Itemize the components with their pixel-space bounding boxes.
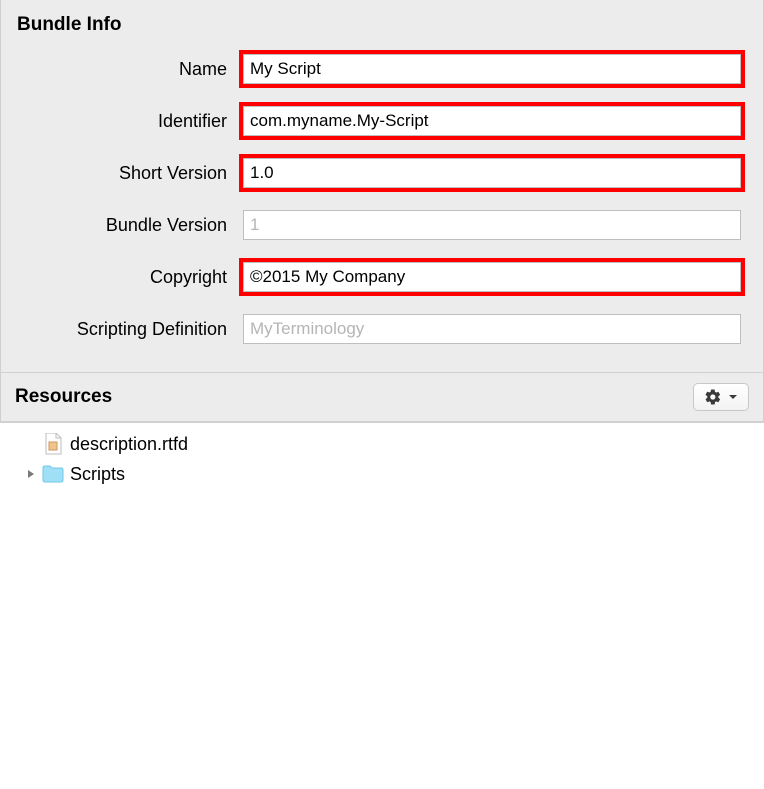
resources-actions-button[interactable]: [693, 383, 749, 411]
field-wrap-name: [239, 50, 745, 88]
bundle-info-panel: Bundle Info Name Identifier Short Versio…: [0, 0, 764, 423]
label-short-version: Short Version: [19, 163, 239, 184]
row-bundle-version: Bundle Version: [19, 206, 745, 244]
field-wrap-bundle-version: [239, 206, 745, 244]
file-name: description.rtfd: [66, 434, 188, 455]
chevron-down-icon: [728, 392, 738, 402]
row-identifier: Identifier: [19, 102, 745, 140]
short-version-input[interactable]: [243, 158, 741, 188]
list-item[interactable]: Scripts: [0, 459, 764, 489]
list-item[interactable]: description.rtfd: [0, 429, 764, 459]
resources-heading: Resources: [15, 386, 112, 408]
field-wrap-short-version: [239, 154, 745, 192]
label-identifier: Identifier: [19, 111, 239, 132]
copyright-input[interactable]: [243, 262, 741, 292]
label-name: Name: [19, 59, 239, 80]
row-short-version: Short Version: [19, 154, 745, 192]
field-wrap-identifier: [239, 102, 745, 140]
bundle-info-form: Name Identifier Short Version Bundle Ver…: [1, 40, 763, 372]
label-copyright: Copyright: [19, 267, 239, 288]
identifier-input[interactable]: [243, 106, 741, 136]
label-scripting-definition: Scripting Definition: [19, 319, 239, 340]
rtfd-file-icon: [40, 433, 66, 455]
name-input[interactable]: [243, 54, 741, 84]
resources-bar: Resources: [1, 372, 763, 422]
disclosure-triangle-icon[interactable]: [22, 469, 40, 479]
label-bundle-version: Bundle Version: [19, 215, 239, 236]
folder-name: Scripts: [66, 464, 125, 485]
gear-icon: [704, 388, 722, 406]
bundle-info-heading: Bundle Info: [1, 0, 763, 40]
field-wrap-scripting-definition: [239, 310, 745, 348]
row-name: Name: [19, 50, 745, 88]
field-wrap-copyright: [239, 258, 745, 296]
row-scripting-definition: Scripting Definition: [19, 310, 745, 348]
scripting-definition-input[interactable]: [243, 314, 741, 344]
folder-icon: [40, 465, 66, 483]
bundle-version-input[interactable]: [243, 210, 741, 240]
resources-file-list: description.rtfd Scripts: [0, 423, 764, 495]
row-copyright: Copyright: [19, 258, 745, 296]
